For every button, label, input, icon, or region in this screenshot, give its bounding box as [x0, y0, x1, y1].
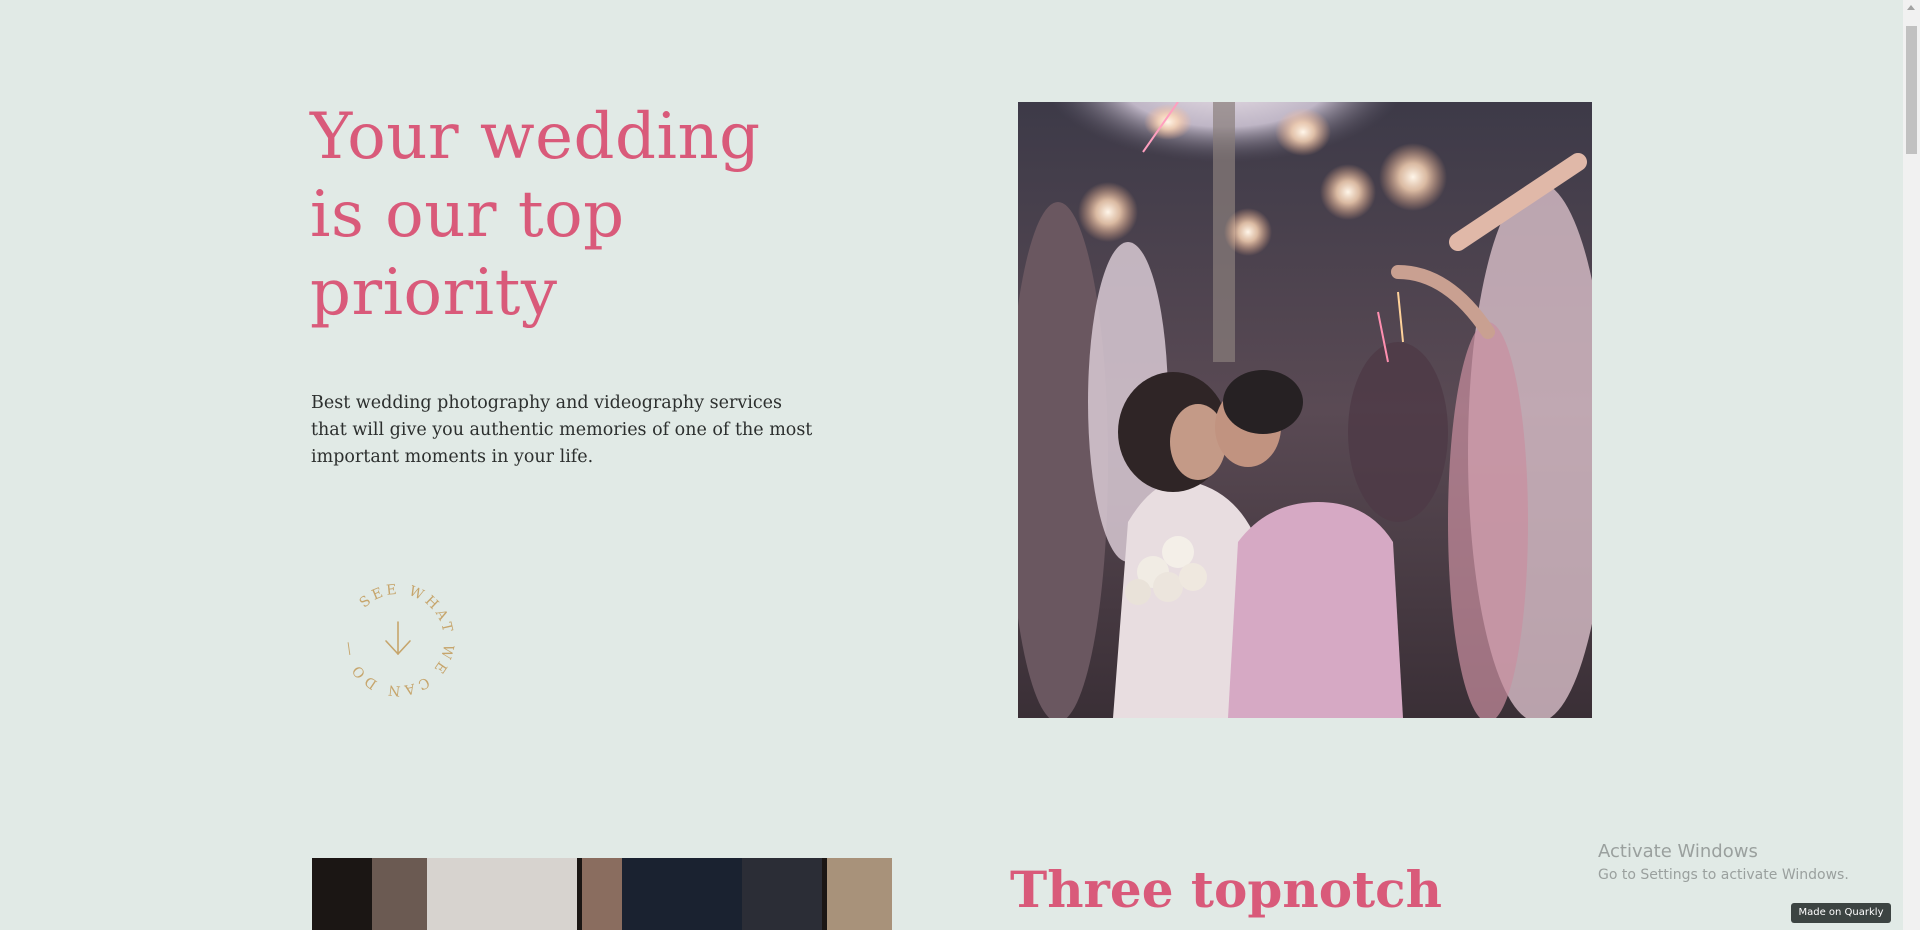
- hero-title-line-1: Your wedding: [310, 100, 761, 174]
- made-on-quarkly-badge[interactable]: Made on Quarkly: [1791, 903, 1891, 923]
- section-title: Three topnotch: [1010, 860, 1442, 919]
- hero-title-line-3: priority: [310, 256, 558, 330]
- hero-description-line-2: that will give you authentic memories of…: [311, 420, 813, 440]
- hero-title-line-2: is our top: [310, 178, 625, 252]
- vertical-scrollbar[interactable]: [1903, 0, 1920, 930]
- activate-title: Activate Windows: [1598, 841, 1758, 862]
- second-wedding-photo: [312, 858, 892, 930]
- windows-activation-watermark: Activate Windows Go to Settings to activ…: [1598, 840, 1849, 886]
- activate-subtitle: Go to Settings to activate Windows.: [1598, 867, 1849, 883]
- see-what-we-can-do-button[interactable]: SEE WHAT WE CAN DO —: [333, 575, 463, 705]
- hero-title: Your wedding is our top priority: [310, 98, 830, 332]
- wedding-couple-holding-hands-photo-icon: [312, 858, 892, 930]
- page: Your wedding is our top priority Best we…: [0, 0, 1920, 930]
- arrow-down-icon: [385, 621, 411, 656]
- scrollbar-thumb[interactable]: [1906, 26, 1917, 154]
- hero-description-line-1: Best wedding photography and videography…: [311, 393, 782, 413]
- wedding-couple-sparklers-photo-icon: [1018, 102, 1592, 718]
- circular-text-badge: SEE WHAT WE CAN DO —: [339, 582, 453, 699]
- hero-description-line-3: important moments in your life.: [311, 447, 594, 467]
- hero-wedding-photo: [1018, 102, 1592, 718]
- scroll-up-arrow-icon[interactable]: [1907, 5, 1915, 10]
- hero-description: Best wedding photography and videography…: [311, 390, 813, 471]
